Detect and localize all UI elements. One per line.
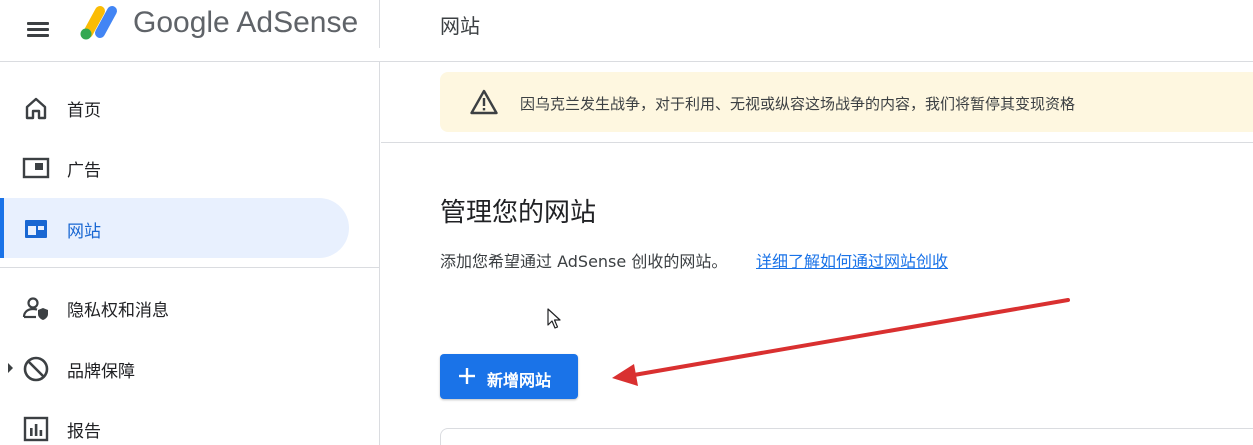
block-icon xyxy=(23,356,49,382)
main-menu-button[interactable] xyxy=(22,13,54,45)
sidebar-item-label: 报告 xyxy=(67,422,101,442)
adsense-logo-icon xyxy=(80,6,117,40)
warning-icon xyxy=(470,89,498,115)
sidebar-item-home[interactable]: 首页 xyxy=(0,77,349,137)
section-description: 添加您希望通过 AdSense 创收的网站。 xyxy=(440,252,728,271)
sidebar-item-label: 隐私权和消息 xyxy=(67,301,169,321)
warning-banner: 因乌克兰发生战争，对于利用、无视或纵容这场战争的内容，我们将暂停其变现资格 xyxy=(440,72,1253,132)
sites-card xyxy=(440,428,1253,445)
annotation-arrow xyxy=(612,298,1070,386)
sidebar-item-label: 品牌保障 xyxy=(67,362,135,382)
banner-text: 因乌克兰发生战争，对于利用、无视或纵容这场战争的内容，我们将暂停其变现资格 xyxy=(520,95,1076,113)
top-app-bar: Google AdSense 网站 xyxy=(0,0,1253,62)
expand-arrow-icon[interactable] xyxy=(8,363,13,373)
menu-icon-bar xyxy=(27,22,49,25)
ads-icon xyxy=(22,157,50,179)
plus-icon xyxy=(459,368,475,384)
sidebar-item-privacy[interactable]: 隐私权和消息 xyxy=(0,277,349,337)
header-divider xyxy=(379,0,380,48)
section-title: 管理您的网站 xyxy=(440,198,597,228)
sidebar-item-label: 广告 xyxy=(67,161,101,181)
sidebar-item-ads[interactable]: 广告 xyxy=(0,137,349,197)
learn-more-link[interactable]: 详细了解如何通过网站创收 xyxy=(756,248,948,272)
sidebar-divider xyxy=(0,267,380,268)
logo-text: Google AdSense xyxy=(133,6,359,39)
menu-icon-bar xyxy=(27,34,49,37)
sidebar-item-label: 网站 xyxy=(67,222,101,242)
sidebar-item-sites[interactable]: 网站 xyxy=(0,198,349,258)
sidebar-item-brand-safety[interactable]: 品牌保障 xyxy=(0,338,349,398)
privacy-icon xyxy=(22,297,48,320)
sites-icon xyxy=(25,220,47,238)
mouse-cursor-icon xyxy=(547,308,561,329)
page-title: 网站 xyxy=(440,14,480,38)
home-icon xyxy=(25,97,47,120)
reports-icon xyxy=(23,416,49,442)
sidebar-item-label: 首页 xyxy=(67,101,101,121)
sidebar-item-reports[interactable]: 报告 xyxy=(0,398,349,445)
content-divider xyxy=(381,142,1253,143)
add-site-button-label: 新增网站 xyxy=(487,371,552,390)
sidebar-nav: 首页 广告 网站 隐私权和消息 品牌保障 报告 xyxy=(0,62,380,445)
add-site-button[interactable]: 新增网站 xyxy=(440,354,578,399)
menu-icon-bar xyxy=(27,28,49,31)
